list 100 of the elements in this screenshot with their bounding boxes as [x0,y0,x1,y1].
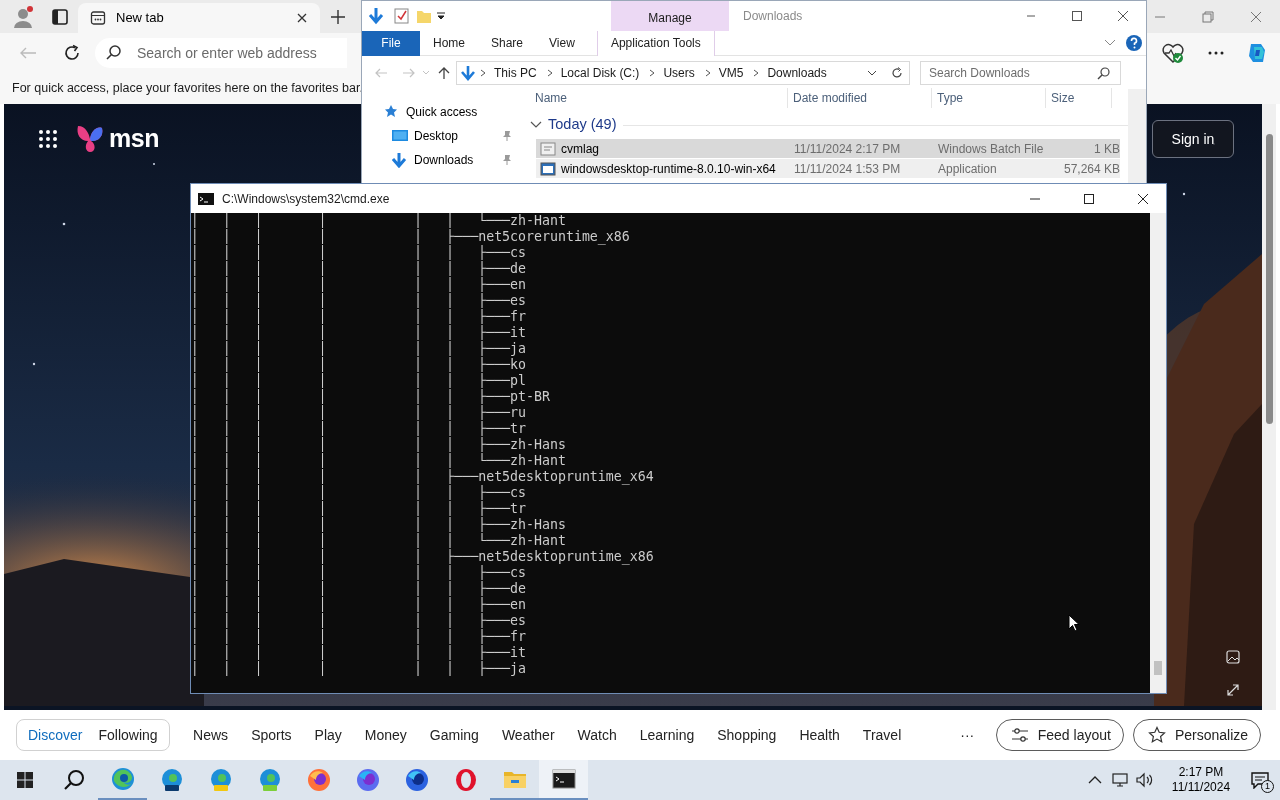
category-link[interactable]: Sports [239,720,304,750]
star-icon [1147,726,1166,744]
clock[interactable]: 2:17 PM 11/11/2024 [1162,760,1240,800]
taskbar-app[interactable] [539,760,588,800]
breadcrumb-item[interactable]: Local Disk (C:) [560,64,640,82]
column-header[interactable]: Name [530,88,788,108]
notification-count: 1 [1261,780,1274,793]
feed-tab[interactable]: Following [90,720,166,750]
ribbon-tab[interactable]: Application Tools [596,30,715,56]
category-link[interactable]: Watch [566,720,629,750]
edge-canary-icon [208,768,233,792]
more-icon[interactable] [1207,49,1225,56]
column-header[interactable]: Date modified [788,88,932,108]
category-link[interactable]: Travel [851,720,913,750]
message-icon [1251,771,1269,789]
more-button[interactable]: ··· [948,720,986,750]
window-title: Downloads [743,8,803,25]
breadcrumb-item[interactable]: Users [663,64,695,82]
chevron-right-icon [648,69,657,77]
console-line: │ │ │ │ │ │ ├───ja [191,661,527,677]
properties-icon[interactable] [394,8,410,24]
close-icon[interactable] [1117,10,1129,22]
breadcrumb-item[interactable]: Downloads [767,64,827,82]
search-icon [105,43,123,62]
batch-file-icon [540,140,556,157]
restore-icon[interactable] [1200,8,1216,25]
console-line: │ │ │ │ │ ├───net5coreruntime_x86 [191,229,630,245]
console-line: │ │ │ │ │ │ ├───cs [191,245,527,261]
category-link[interactable]: Gaming [418,720,491,750]
category-link[interactable]: News [181,720,240,750]
download-icon[interactable] [368,7,384,25]
image-icon[interactable] [1226,650,1240,664]
browser-tab[interactable]: New tab [78,3,320,33]
network-icon[interactable] [1112,772,1130,788]
help-icon[interactable] [1126,35,1142,51]
console-line: │ │ │ │ │ │ ├───ko [191,357,527,373]
chevron-down-icon[interactable] [530,121,542,129]
feed-layout-button[interactable]: Feed layout [995,719,1124,751]
nav-item[interactable]: Quick access [384,100,514,124]
category-link[interactable]: Play [303,720,354,750]
scrollbar[interactable] [1262,104,1276,710]
feed-tab[interactable]: Discover [20,720,91,750]
group-header[interactable]: Today (49) [548,114,617,136]
logo-text: msn [109,123,159,154]
console-line: │ │ │ │ │ │ ├───pt-BR [191,389,550,405]
chevron-up-icon[interactable] [1088,775,1102,785]
expand-icon[interactable] [1226,683,1240,697]
nav-item[interactable]: Desktop [392,124,512,148]
file-row[interactable]: cvmlag 11/11/2024 2:17 PM Windows Batch File 1 KB [536,139,1120,158]
console-line: │ │ │ │ │ │ ├───de [191,581,527,597]
column-header[interactable]: Size [1046,88,1112,108]
category-link[interactable]: Weather [490,720,567,750]
close-icon[interactable] [296,12,308,24]
category-link[interactable]: Shopping [705,720,788,750]
breadcrumb-item[interactable]: This PC [494,64,537,82]
ribbon-tab[interactable]: File [362,30,420,56]
ribbon-tab[interactable]: View [536,30,588,56]
scrollbar[interactable] [1150,213,1166,693]
console-line: │ │ │ │ │ │ ├───cs [191,565,527,581]
file-row[interactable]: windowsdesktop-runtime-8.0.10-win-x64 11/11/2024 1:53 PM Application 57,264 KB [536,159,1120,178]
console-line: │ │ │ │ │ │ └───zh-Hant [191,453,566,469]
dropdown-icon[interactable] [436,11,446,21]
volume-icon[interactable] [1136,772,1154,788]
category-link[interactable]: Money [353,720,419,750]
profile-avatar-icon[interactable] [11,4,35,29]
search-field[interactable]: Search Downloads [920,61,1121,85]
personalize-button[interactable]: Personalize [1132,719,1262,751]
firefox-nightly-icon [404,768,429,792]
address-field[interactable]: Search or enter web address [95,37,347,68]
category-link[interactable]: Health [787,720,852,750]
maximize-icon[interactable] [1071,10,1083,22]
category-link[interactable]: Learning [628,720,706,750]
close-icon[interactable] [1137,192,1149,205]
firefox-icon [306,768,331,792]
chevron-right-icon [703,69,712,77]
new-tab-icon[interactable] [330,8,346,25]
apps-grid-icon[interactable] [38,128,58,149]
column-header[interactable]: Type [932,88,1046,108]
refresh-icon[interactable] [891,67,903,79]
console-line: │ │ │ │ │ │ ├───fr [191,629,527,645]
tab-actions-icon[interactable] [52,8,68,25]
ribbon-tab[interactable]: Home [420,30,478,56]
scrollbar[interactable] [1128,89,1146,183]
console-line: │ │ │ │ │ │ ├───fr [191,309,527,325]
ribbon-tab[interactable]: Share [478,30,537,56]
notifications-button[interactable]: 1 [1240,760,1280,800]
refresh-icon[interactable] [63,43,81,62]
breadcrumb-item[interactable]: VM5 [718,64,744,82]
nav-item[interactable]: Downloads [392,148,512,172]
address-bar[interactable]: This PC Local Disk (C:) Users VM5 Downloads [456,61,910,85]
console-line: │ │ │ │ │ │ ├───it [191,325,527,341]
sign-in-button[interactable]: Sign in [1152,120,1234,158]
console-line: │ │ │ │ │ │ ├───es [191,293,527,309]
edge-icon [110,767,135,791]
chevron-down-icon[interactable] [867,70,877,76]
heart-check-icon[interactable] [1161,41,1185,64]
chevron-right-icon [752,69,761,77]
maximize-icon[interactable] [1083,192,1095,205]
application-icon [540,160,556,177]
up-arrow-icon[interactable] [438,66,450,80]
